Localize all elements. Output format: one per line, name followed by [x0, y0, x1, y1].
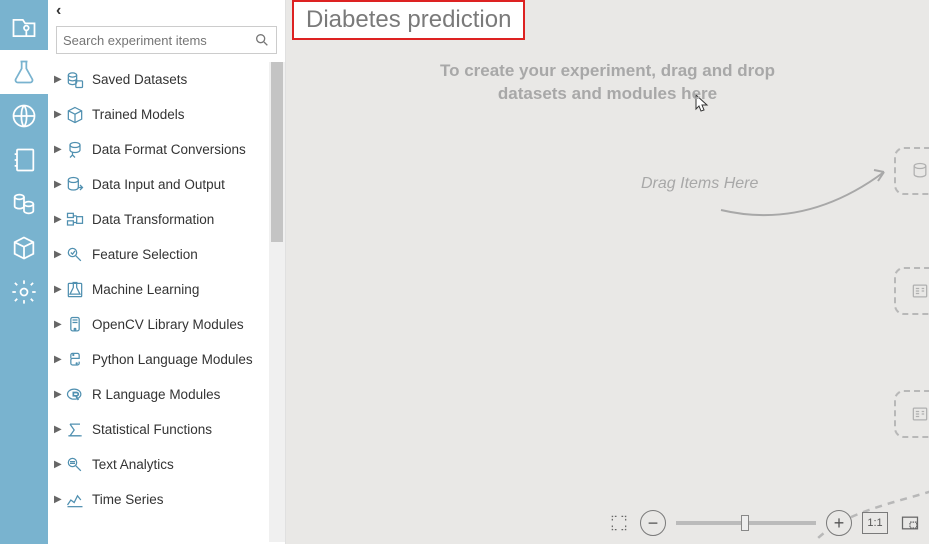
- tree-label: Machine Learning: [92, 282, 199, 297]
- zoom-slider[interactable]: [676, 521, 816, 525]
- rail-storage[interactable]: [0, 182, 48, 226]
- tree-python[interactable]: ▶Python Language Modules: [52, 342, 269, 377]
- tree-label: Text Analytics: [92, 457, 174, 472]
- text-icon: [64, 454, 86, 476]
- rail-notebook[interactable]: [0, 138, 48, 182]
- transform-icon: [64, 209, 86, 231]
- experiment-canvas[interactable]: Diabetes prediction To create your exper…: [286, 0, 929, 544]
- ml-icon: [64, 279, 86, 301]
- tree-label: Saved Datasets: [92, 72, 187, 87]
- experiment-title[interactable]: Diabetes prediction: [292, 0, 525, 40]
- datasets-icon: [64, 69, 86, 91]
- tree-statistical[interactable]: ▶Statistical Functions: [52, 412, 269, 447]
- models-icon: [64, 104, 86, 126]
- tree-r[interactable]: ▶R Language Modules: [52, 377, 269, 412]
- rail-projects[interactable]: [0, 6, 48, 50]
- zoom-slider-thumb[interactable]: [741, 515, 749, 531]
- zoom-toolbar: − + 1:1: [608, 510, 929, 536]
- stats-icon: [64, 419, 86, 441]
- rail-cube[interactable]: [0, 226, 48, 270]
- nav-rail: [0, 0, 48, 544]
- tree-label: Statistical Functions: [92, 422, 212, 437]
- placeholder-module-box: [894, 390, 929, 438]
- sidebar-scrollbar[interactable]: [269, 62, 285, 542]
- feature-icon: [64, 244, 86, 266]
- zoom-out-button[interactable]: −: [640, 510, 666, 536]
- r-icon: [64, 384, 86, 406]
- placeholder-dataset-box: [894, 147, 929, 195]
- tree-label: OpenCV Library Modules: [92, 317, 244, 332]
- zoom-actual-button[interactable]: 1:1: [862, 512, 888, 534]
- collapse-sidebar-button[interactable]: ‹: [48, 0, 285, 22]
- tree-saved-datasets[interactable]: ▶Saved Datasets: [52, 62, 269, 97]
- tree-data-transform[interactable]: ▶Data Transformation: [52, 202, 269, 237]
- tree-feature-selection[interactable]: ▶Feature Selection: [52, 237, 269, 272]
- search-box: [56, 26, 277, 54]
- opencv-icon: [64, 314, 86, 336]
- zoom-fit-button[interactable]: [608, 512, 630, 534]
- tree-label: Python Language Modules: [92, 352, 253, 367]
- tree-label: Data Transformation: [92, 212, 214, 227]
- tree-label: R Language Modules: [92, 387, 220, 402]
- tree-opencv[interactable]: ▶OpenCV Library Modules: [52, 307, 269, 342]
- search-input[interactable]: [63, 33, 254, 48]
- tree-label: Feature Selection: [92, 247, 198, 262]
- timeseries-icon: [64, 489, 86, 511]
- tree-machine-learning[interactable]: ▶Machine Learning: [52, 272, 269, 307]
- rail-settings[interactable]: [0, 270, 48, 314]
- tree-text-analytics[interactable]: ▶Text Analytics: [52, 447, 269, 482]
- rail-web[interactable]: [0, 94, 48, 138]
- experiment-title-text: Diabetes prediction: [306, 6, 511, 34]
- format-icon: [64, 139, 86, 161]
- python-icon: [64, 349, 86, 371]
- minimap-button[interactable]: [898, 512, 922, 534]
- tree-label: Data Format Conversions: [92, 142, 246, 157]
- rail-experiments[interactable]: [0, 50, 48, 94]
- tree-data-io[interactable]: ▶Data Input and Output: [52, 167, 269, 202]
- module-palette: ‹ ▶Saved Datasets ▶Trained Models ▶Data …: [48, 0, 286, 544]
- canvas-hint: To create your experiment, drag and drop…: [286, 60, 929, 106]
- tree-label: Time Series: [92, 492, 164, 507]
- drag-arrow-icon: [606, 160, 896, 230]
- tree-trained-models[interactable]: ▶Trained Models: [52, 97, 269, 132]
- io-icon: [64, 174, 86, 196]
- search-icon: [254, 32, 270, 48]
- zoom-in-button[interactable]: +: [826, 510, 852, 536]
- tree-data-format[interactable]: ▶Data Format Conversions: [52, 132, 269, 167]
- placeholder-module-box: [894, 267, 929, 315]
- tree-label: Trained Models: [92, 107, 185, 122]
- tree-label: Data Input and Output: [92, 177, 225, 192]
- tree-time-series[interactable]: ▶Time Series: [52, 482, 269, 517]
- drag-items-hint: Drag Items Here: [641, 175, 758, 193]
- module-tree: ▶Saved Datasets ▶Trained Models ▶Data Fo…: [52, 62, 269, 542]
